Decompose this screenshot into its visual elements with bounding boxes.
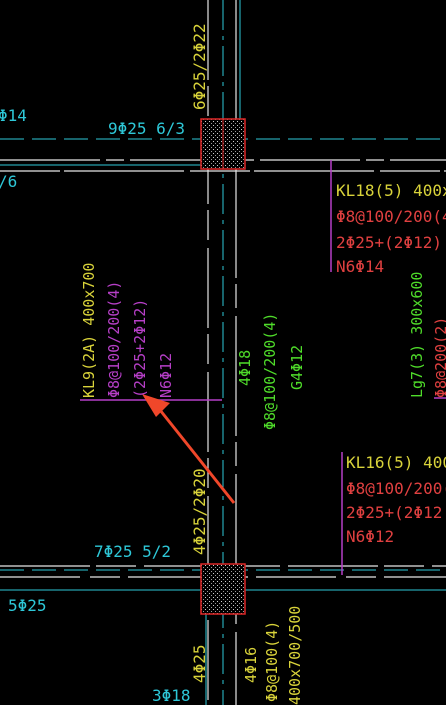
beam-kl18-label[interactable]: KL18(5) 400x8 Φ8@100/200(4 2Φ25+(2Φ12) N… (336, 181, 446, 276)
column-lower-stirrup: Φ8@100(4) (263, 621, 281, 702)
column-lower-label[interactable]: 4Φ16 Φ8@100(4) 400x700/500 (242, 606, 304, 705)
lower-vertical-rebar: 4Φ25/2Φ20 (190, 468, 209, 555)
arrow-annotation (142, 394, 236, 504)
kl18-stirrup: Φ8@100/200(4 (336, 207, 446, 226)
column-upper-stirrup: Φ8@100/200(4) (261, 313, 279, 430)
lower-left-rebar: 5Φ25 (8, 596, 47, 615)
kl16-rebar: 2Φ25+(2Φ12 (346, 503, 442, 522)
column-lower-size: 400x700/500 (286, 606, 304, 705)
top-vertical-rebar: 6Φ25/2Φ22 (190, 23, 209, 110)
kl16-side: N6Φ12 (346, 527, 394, 546)
kl9-rebar: (2Φ25+2Φ12) (131, 299, 149, 398)
upper-gridline-rebar: 9Φ25 6/3 (108, 119, 185, 138)
kl18-name: KL18(5) 400x8 (336, 181, 446, 200)
top-left-rebar: Φ14 (0, 106, 27, 125)
beam-lg7-label[interactable]: Lg7(3) 300x600 Φ8@200(2) (408, 272, 446, 398)
bottom-vertical-rebar: 4Φ25 (190, 644, 209, 683)
kl9-side: N6Φ12 (157, 353, 175, 398)
column-upper-label[interactable]: 4Φ18 Φ8@100/200(4) G4Φ12 (236, 313, 306, 430)
lg7-stirrup: Φ8@200(2) (432, 317, 446, 398)
column-lower-rebar: 4Φ16 (242, 647, 260, 683)
kl9-stirrup: Φ8@100/200(4) (105, 281, 123, 398)
kl18-rebar: 2Φ25+(2Φ12) (336, 233, 442, 252)
cad-canvas[interactable]: Φ14 9Φ25 6/3 /6 7Φ25 5/2 5Φ25 3Φ18 6Φ25/… (0, 0, 446, 705)
column-lower[interactable] (200, 563, 246, 615)
beam-kl9-label[interactable]: KL9(2A) 400x700 Φ8@100/200(4) (2Φ25+2Φ12… (80, 263, 175, 398)
structural-drawing: Φ14 9Φ25 6/3 /6 7Φ25 5/2 5Φ25 3Φ18 6Φ25/… (0, 0, 446, 705)
kl18-side: N6Φ14 (336, 257, 384, 276)
bottom-left-rebar: 3Φ18 (152, 686, 191, 705)
kl16-name: KL16(5) 400x (346, 453, 446, 472)
lower-gridline-rebar: 7Φ25 5/2 (94, 542, 171, 561)
upper-left-fraction: /6 (0, 172, 17, 191)
kl16-stirrup: Φ8@100/200( (346, 479, 446, 498)
lg7-name: Lg7(3) 300x600 (408, 272, 426, 398)
column-upper-g: G4Φ12 (288, 345, 306, 390)
beam-kl16-label[interactable]: KL16(5) 400x Φ8@100/200( 2Φ25+(2Φ12 N6Φ1… (346, 453, 446, 546)
column-upper-rebar: 4Φ18 (236, 350, 254, 386)
kl9-name: KL9(2A) 400x700 (80, 263, 98, 398)
